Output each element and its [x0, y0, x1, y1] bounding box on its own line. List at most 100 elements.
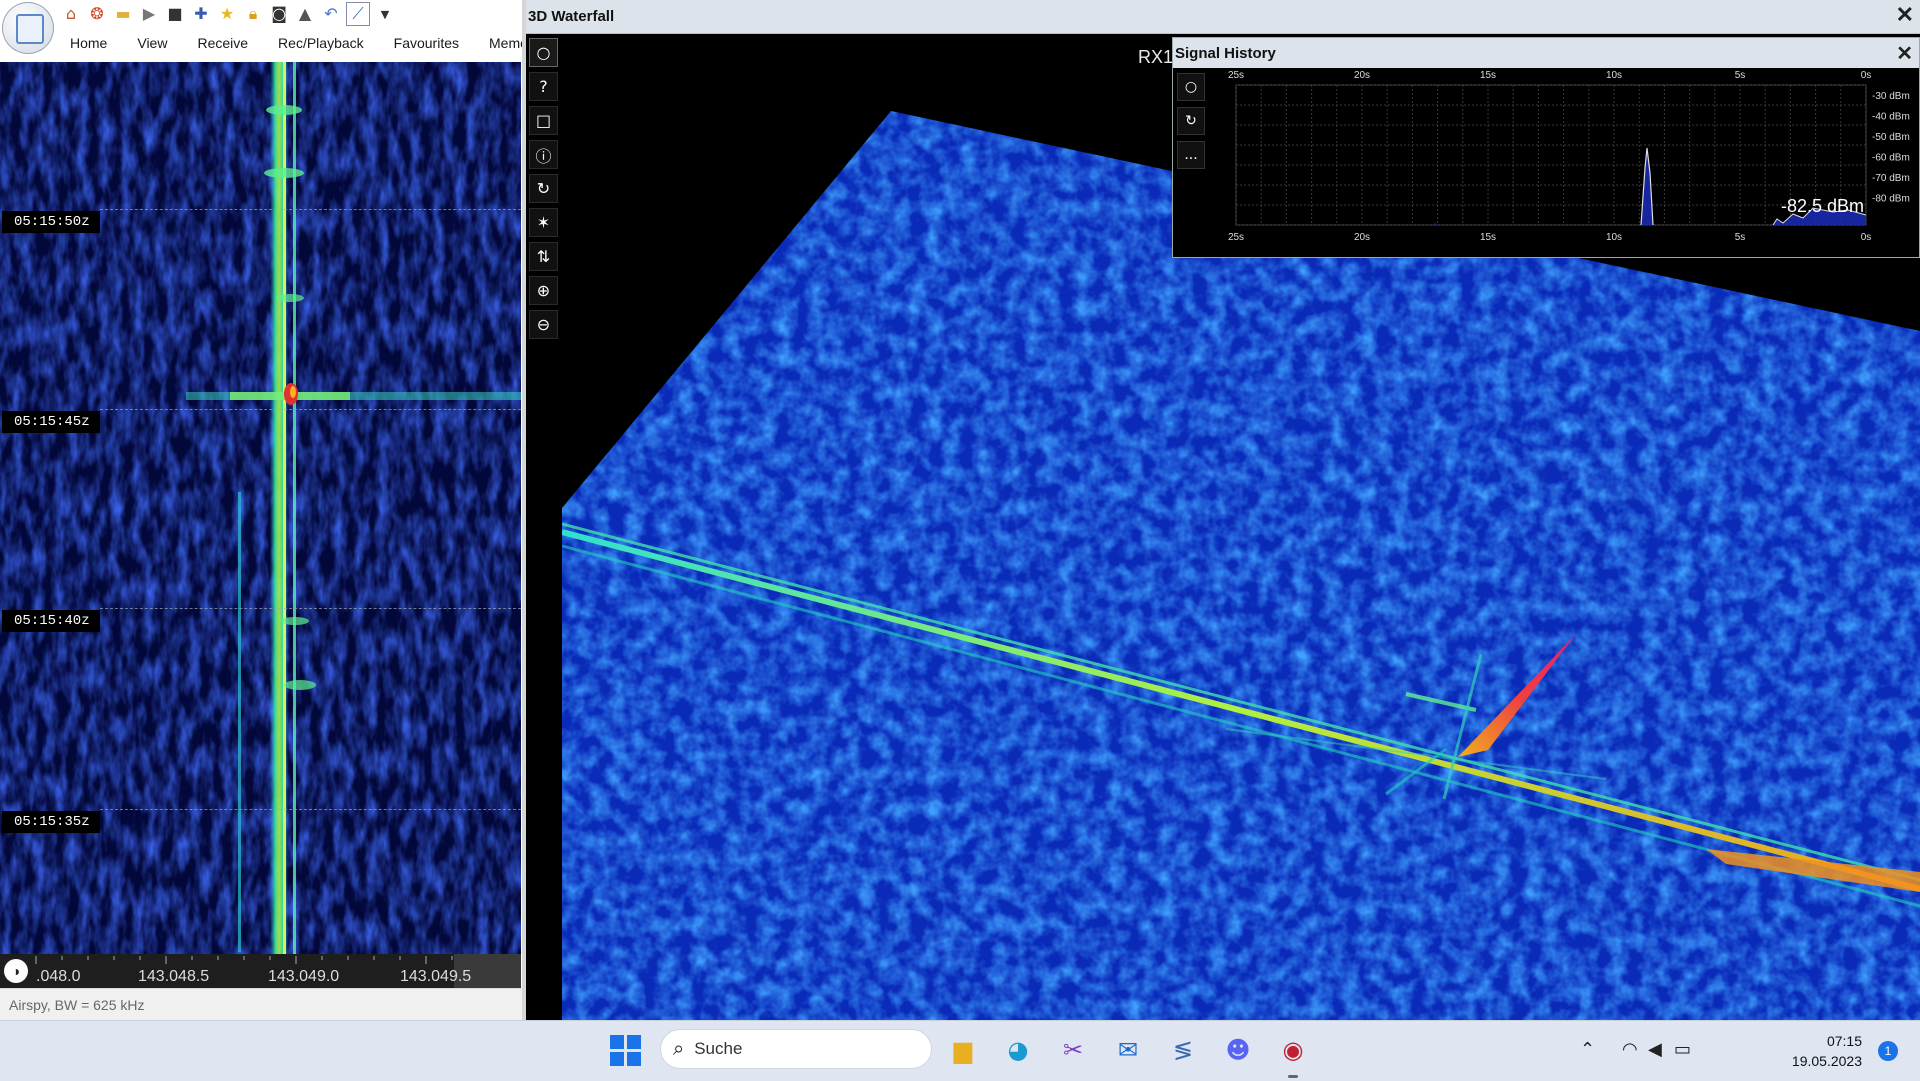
start-button[interactable] [610, 1035, 642, 1067]
search-icon: ⌕ [673, 1037, 685, 1060]
play-icon[interactable]: ▶ [138, 3, 160, 25]
circle-icon[interactable]: ○ [1177, 73, 1205, 101]
lock-icon[interactable]: 🔒︎ [242, 3, 264, 25]
stop-icon[interactable]: ■ [164, 3, 186, 25]
app-icon[interactable]: ≶ [1164, 1031, 1202, 1069]
timestamp-gridline [100, 409, 521, 410]
mail-icon[interactable]: ✉ [1109, 1031, 1147, 1069]
home-icon[interactable]: ⌂ [60, 3, 82, 25]
time-axis-label: 10s [1606, 232, 1622, 243]
lifebuoy-icon[interactable]: ❂ [86, 3, 108, 25]
menu-receive[interactable]: Receive [182, 35, 263, 51]
volume-icon[interactable]: ◀ [1648, 1039, 1662, 1060]
app-menu-icon [16, 14, 44, 44]
app-menu-button[interactable] [2, 2, 54, 54]
timestamp-label: 05:15:50z [2, 211, 100, 233]
time-axis-label: 5s [1735, 232, 1746, 243]
level-axis-label: -70 dBm [1872, 173, 1910, 184]
level-axis-label: -60 dBm [1872, 153, 1910, 164]
signal-readout: -82.5 dBm [1781, 196, 1865, 216]
time-axis-label: 0s [1861, 70, 1872, 81]
taskbar: ⌕ Suche ▆ ◕ ✂ ✉ ≶ ☻ ◉ ⌃ ◠ ◀ ▭ 07:15 19.0… [0, 1020, 1920, 1081]
square-icon[interactable]: □ [529, 106, 558, 135]
frequency-label: .048.0 [36, 968, 81, 985]
clock[interactable]: 07:15 19.05.2023 [1792, 1031, 1862, 1071]
add-icon[interactable]: ✚ [190, 3, 212, 25]
timestamp-gridline [100, 209, 521, 210]
help-icon[interactable]: ? [529, 72, 558, 101]
clock-date: 19.05.2023 [1791, 1053, 1862, 1069]
star-icon[interactable]: ✶ [529, 208, 558, 237]
zoom-in-icon[interactable]: ⊕ [529, 276, 558, 305]
menu-bar: Home View Receive Rec/Playback Favourite… [55, 31, 525, 55]
circle-icon[interactable]: ○ [529, 38, 558, 67]
snipping-tool-icon[interactable]: ✂ [1054, 1031, 1092, 1069]
status-bar: Airspy, BW = 625 kHz [0, 988, 525, 1020]
window-title-text: 3D Waterfall [528, 8, 615, 25]
time-axis-label: 15s [1480, 232, 1496, 243]
file-explorer-icon[interactable]: ▆ [944, 1031, 982, 1069]
zoom-reset-button[interactable]: ◑ [4, 959, 28, 983]
taskbar-search[interactable]: ⌕ Suche [660, 1029, 932, 1069]
info-icon[interactable]: ⓘ [529, 140, 558, 169]
edge-icon[interactable]: ◕ [999, 1031, 1037, 1069]
window-title: 3D Waterfall ✕ [526, 0, 1920, 34]
frequency-scale[interactable]: ◑ .048.0 143.048.5 143.049.0 143.049.5 [0, 954, 521, 988]
frequency-ticks [35, 956, 505, 964]
battery-icon[interactable]: ▭ [1674, 1039, 1691, 1060]
time-axis-label: 25s [1228, 70, 1244, 81]
menu-home[interactable]: Home [55, 35, 122, 51]
level-axis-label: -50 dBm [1872, 132, 1910, 143]
menu-view[interactable]: View [122, 35, 182, 51]
waterfall-2d[interactable]: 05:15:50z 05:15:45z 05:15:40z 05:15:35z [0, 62, 521, 954]
sdr-main-window: ⌂ ❂ ▬ ▶ ■ ✚ ★ 🔒︎ ◙ ▲ ↶ ⟋ ▼ Home View Rec… [0, 0, 525, 1020]
discord-icon[interactable]: ☻ [1219, 1031, 1257, 1069]
level-axis-label: -40 dBm [1872, 112, 1910, 123]
camera-icon[interactable]: ◙ [268, 3, 290, 25]
timestamp-label: 05:15:35z [2, 811, 100, 833]
dropdown-icon[interactable]: ▼ [374, 3, 396, 25]
close-icon[interactable]: ✕ [1896, 2, 1914, 28]
signal-history-window: Signal History ✕ 25s 25s 20s 20s 15s 15s 10s 10… [1172, 37, 1920, 258]
more-icon[interactable]: ... [1177, 141, 1205, 169]
undo-icon[interactable]: ↶ [320, 3, 342, 25]
time-axis-label: 15s [1480, 70, 1496, 81]
close-icon[interactable]: ✕ [1896, 41, 1913, 66]
chart-icon[interactable]: ⟋ [346, 2, 370, 26]
menu-favourites[interactable]: Favourites [379, 35, 474, 51]
time-axis-label: 5s [1735, 70, 1746, 81]
star-icon[interactable]: ★ [216, 3, 238, 25]
frequency-label: 143.048.5 [138, 968, 210, 985]
zoom-reset-icon: ◑ [11, 963, 21, 979]
menu-rec-playback[interactable]: Rec/Playback [263, 35, 379, 51]
sdr-app-icon[interactable]: ◉ [1274, 1031, 1312, 1069]
signal-history-toolbar: ○ ↻ ... [1177, 73, 1205, 175]
frequency-label: 143.049.0 [268, 968, 340, 985]
timestamp-gridline [100, 809, 521, 810]
waterfall-3d-toolbar: ○ ? □ ⓘ ↻ ✶ ⇅ ⊕ ⊖ [527, 36, 558, 344]
notification-badge[interactable]: 1 [1878, 1041, 1898, 1061]
zoom-out-icon[interactable]: ⊖ [529, 310, 558, 339]
wifi-icon[interactable]: ◠ [1622, 1039, 1638, 1060]
timestamp-gridline [100, 608, 521, 609]
rocket-icon[interactable]: ▲ [294, 3, 316, 25]
timestamp-label: 05:15:40z [2, 610, 100, 632]
time-axis-label: 25s [1228, 232, 1244, 243]
frequency-label: 143.049.5 [400, 968, 472, 985]
level-axis-label: -80 dBm [1872, 194, 1910, 205]
level-axis-label: -30 dBm [1872, 91, 1910, 102]
clock-time: 07:15 [1826, 1033, 1862, 1049]
refresh-icon[interactable]: ↻ [1177, 107, 1205, 135]
chevron-up-icon[interactable]: ⌃ [1580, 1039, 1595, 1060]
time-axis-label: 20s [1354, 232, 1370, 243]
time-axis-label: 20s [1354, 70, 1370, 81]
time-axis-label: 10s [1606, 70, 1622, 81]
sort-icon[interactable]: ⇅ [529, 242, 558, 271]
folder-icon[interactable]: ▬ [112, 3, 134, 25]
search-placeholder: Suche [694, 1039, 743, 1058]
rotate-icon[interactable]: ↻ [529, 174, 558, 203]
signal-history-title: Signal History ✕ [1173, 38, 1919, 68]
timestamp-label: 05:15:45z [2, 411, 100, 433]
receiver-label: RX1 [1138, 47, 1174, 67]
menu-memories[interactable]: Memorie [474, 35, 525, 51]
